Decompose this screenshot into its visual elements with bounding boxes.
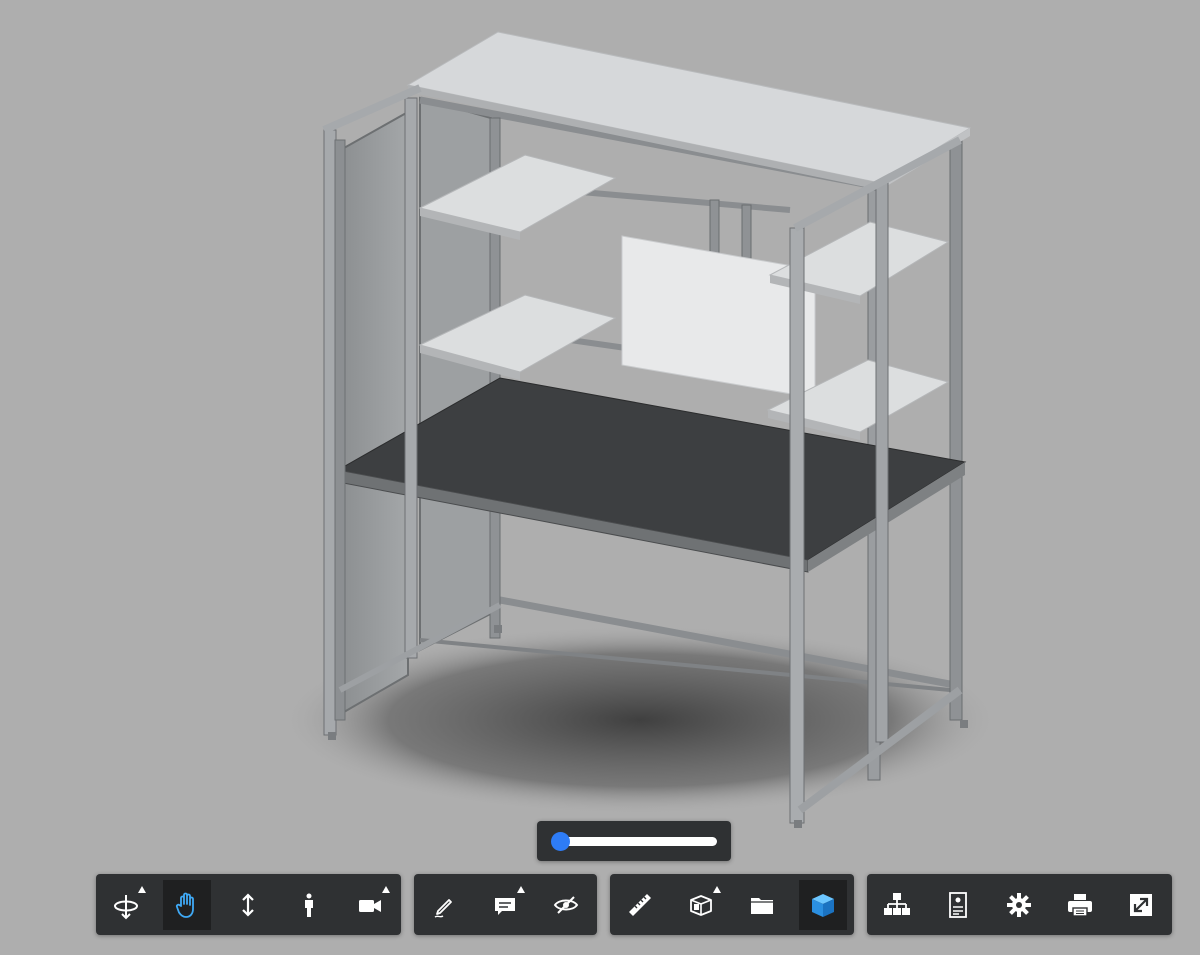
- first-person-button[interactable]: [285, 880, 333, 930]
- comment-flyout-indicator: [517, 886, 525, 893]
- orbit-icon: [114, 895, 138, 920]
- section-box-button[interactable]: [677, 880, 725, 930]
- toolbar-navigation-group: [96, 874, 401, 935]
- pan-button[interactable]: [163, 880, 211, 930]
- model-tree-button[interactable]: [873, 880, 921, 930]
- gear-icon: [1007, 893, 1031, 917]
- orbit-button[interactable]: [102, 880, 150, 930]
- 3d-viewport[interactable]: [0, 0, 1200, 955]
- folder-icon: [751, 898, 773, 914]
- comment-icon: [495, 898, 515, 915]
- camera-flyout-indicator: [382, 886, 390, 893]
- printer-icon: [1068, 894, 1092, 917]
- section-box-icon: [690, 895, 712, 916]
- measure-button[interactable]: [616, 880, 664, 930]
- markup-pencil-icon: [434, 899, 452, 918]
- fullscreen-icon: [1130, 894, 1152, 916]
- print-button[interactable]: [1056, 880, 1104, 930]
- model-browser-button[interactable]: [799, 880, 847, 930]
- hide-eye-icon: [553, 896, 579, 914]
- toolbar-review-group: [414, 874, 597, 935]
- model-cube-icon: [812, 894, 834, 917]
- zoom-icon: [242, 893, 254, 917]
- properties-button[interactable]: [934, 880, 982, 930]
- camera-icon: [359, 900, 381, 912]
- pan-hand-icon: [175, 892, 194, 918]
- explode-slider-thumb[interactable]: [551, 832, 570, 851]
- settings-button[interactable]: [995, 880, 1043, 930]
- measure-ruler-icon: [629, 894, 651, 916]
- workstation-model: [280, 31, 1000, 828]
- hide-button[interactable]: [542, 880, 590, 930]
- left-side-panel-upper: [343, 110, 409, 714]
- first-person-icon: [305, 893, 313, 917]
- toolbar-settings-group: [867, 874, 1172, 935]
- properties-icon: [949, 892, 967, 918]
- explode-slider-panel: [537, 821, 731, 861]
- fullscreen-button[interactable]: [1117, 880, 1165, 930]
- document-browser-button[interactable]: [738, 880, 786, 930]
- zoom-button[interactable]: [224, 880, 272, 930]
- section-flyout-indicator: [713, 886, 721, 893]
- model-tree-icon: [884, 893, 910, 915]
- toolbar-analysis-group: [610, 874, 854, 935]
- camera-button[interactable]: [346, 880, 394, 930]
- orbit-flyout-indicator: [138, 886, 146, 893]
- comment-button[interactable]: [481, 880, 529, 930]
- explode-slider-track[interactable]: [557, 837, 717, 846]
- markup-button[interactable]: [420, 880, 468, 930]
